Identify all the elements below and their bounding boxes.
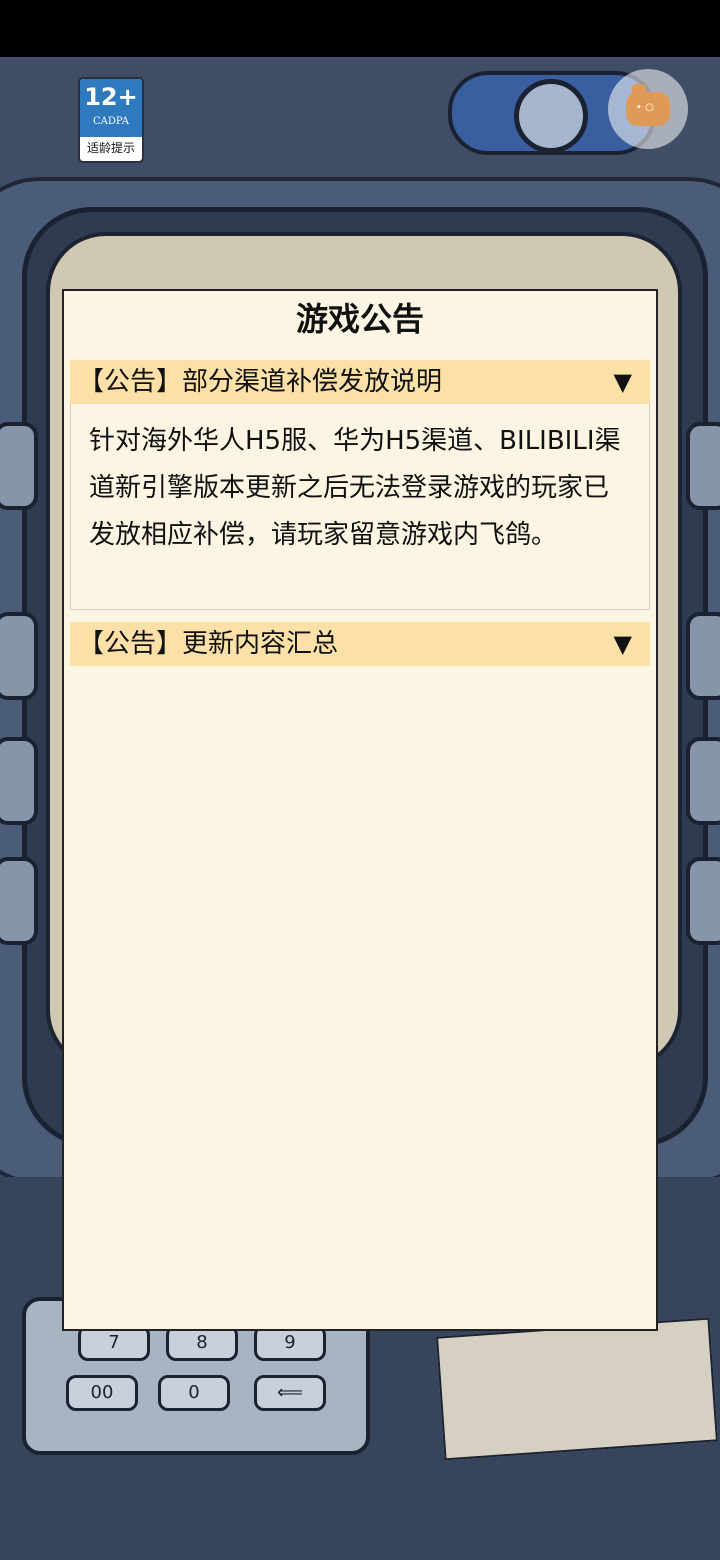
age-rating-top: 12+ CADPA — [80, 79, 142, 137]
side-button — [686, 422, 720, 510]
keypad-key: ⟸ — [254, 1375, 326, 1411]
announcement-dialog: 游戏公告 【公告】部分渠道补偿发放说明 ▼ 针对海外华人H5服、华为H5渠道、B… — [62, 289, 658, 1331]
keypad-key: 00 — [66, 1375, 138, 1411]
avatar-icon — [626, 84, 670, 126]
avatar-button[interactable] — [608, 69, 688, 149]
expand-arrow-icon[interactable]: ▼ — [614, 360, 632, 404]
dialog-title: 游戏公告 — [295, 300, 424, 338]
age-rating-label: 适龄提示 — [86, 141, 135, 155]
age-rating-org: CADPA — [93, 116, 129, 127]
age-rating-number: 12+ — [84, 83, 138, 111]
side-button — [686, 857, 720, 945]
notice-header-updates[interactable]: 【公告】更新内容汇总 ▼ — [70, 622, 650, 666]
side-button — [0, 737, 38, 825]
notice-body: 针对海外华人H5服、华为H5渠道、BILIBILI渠道新引擎版本更新之后无法登录… — [70, 404, 650, 610]
side-button — [686, 612, 720, 700]
notice-header-compensation[interactable]: 【公告】部分渠道补偿发放说明 ▼ — [70, 360, 650, 404]
notice-title: 【公告】部分渠道补偿发放说明 — [78, 367, 443, 397]
notice-title: 【公告】更新内容汇总 — [78, 629, 339, 659]
side-button — [0, 422, 38, 510]
game-background: 7 8 9 00 0 ⟸ 12+ CADPA 适龄提示 游戏公告 【公告】部分渠… — [0, 57, 720, 1560]
receipt-paper — [436, 1317, 718, 1461]
side-button — [686, 737, 720, 825]
age-rating-badge[interactable]: 12+ CADPA 适龄提示 — [78, 77, 144, 163]
expand-arrow-icon[interactable]: ▼ — [614, 622, 632, 666]
side-button — [0, 612, 38, 700]
side-button — [0, 857, 38, 945]
status-bar — [0, 0, 720, 57]
keypad-key: 0 — [158, 1375, 230, 1411]
camera-lens-icon — [514, 79, 588, 153]
